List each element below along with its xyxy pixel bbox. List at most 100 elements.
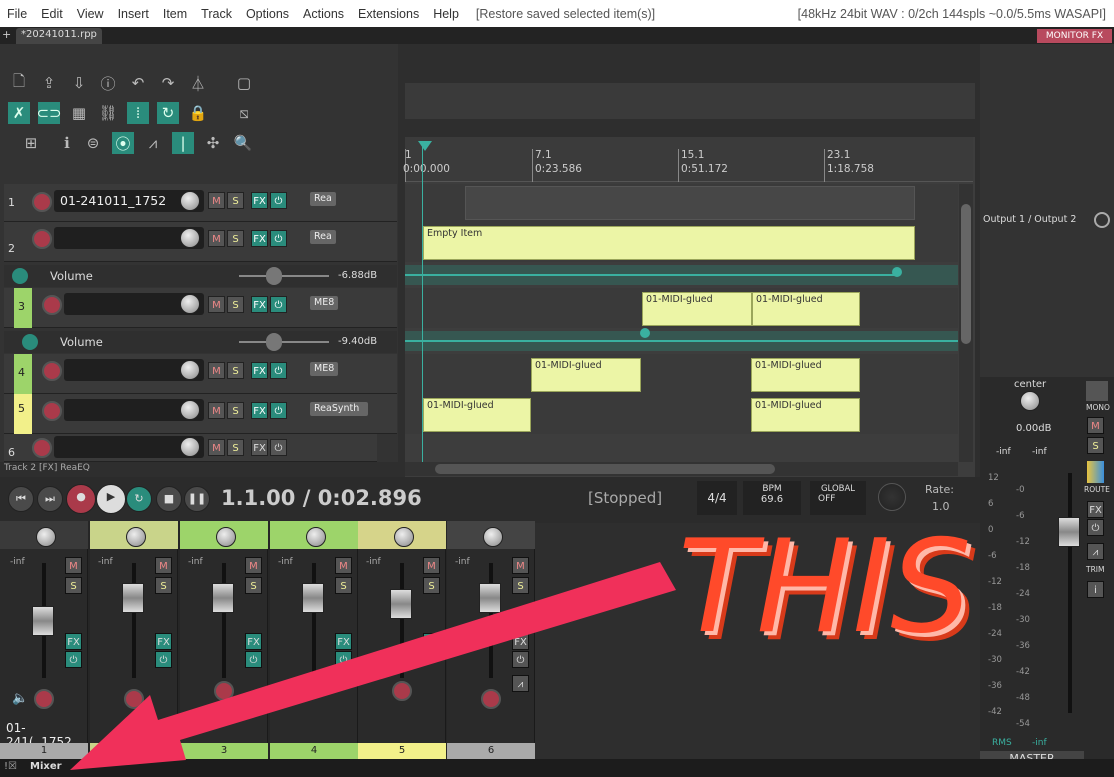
solo-button[interactable]: S (227, 362, 244, 379)
volume-knob[interactable] (180, 191, 200, 211)
mute-button[interactable]: M (208, 402, 225, 419)
mute-button[interactable]: M (512, 557, 529, 574)
cursor-follow-icon[interactable]: | (172, 132, 194, 154)
zoom-icon[interactable]: 🔍 (232, 132, 254, 154)
master-fx-bypass-button[interactable]: ⏻ (1087, 519, 1104, 536)
mute-button[interactable]: M (423, 557, 440, 574)
mixer-strip-2[interactable]: -inf M S FX ⏻ 2 (90, 521, 178, 759)
envelope-slider-thumb[interactable] (266, 267, 282, 285)
dock-close-icon[interactable]: !☒ (4, 761, 17, 772)
solo-button[interactable]: S (155, 577, 172, 594)
mute-button[interactable]: M (208, 362, 225, 379)
master-volume-value[interactable]: 0.00dB (1016, 423, 1051, 434)
envelope-slider[interactable] (239, 341, 329, 343)
fx-bypass-button[interactable]: ⏻ (270, 362, 287, 379)
mixer-strip-3[interactable]: -inf M S FX ⏻ 3 (180, 521, 268, 759)
monitor-fx-button[interactable]: MONITOR FX (1037, 29, 1112, 43)
solo-button[interactable]: S (227, 230, 244, 247)
volume-fader[interactable] (390, 589, 412, 619)
fx-button[interactable]: FX (245, 633, 262, 650)
fx-bypass-button[interactable]: ⏻ (270, 192, 287, 209)
solo-button[interactable]: S (227, 192, 244, 209)
track-1[interactable]: 1 01-241011_1752 M S FX ⏻ Rea (4, 184, 397, 222)
solo-button[interactable]: S (65, 577, 82, 594)
empty-item[interactable]: Empty Item (423, 226, 915, 260)
fx-name[interactable]: Rea (310, 192, 336, 206)
pan-knob[interactable] (306, 527, 326, 547)
output-knob[interactable] (1094, 212, 1110, 228)
midi-item[interactable]: 01-MIDI-glued (751, 358, 860, 392)
menu-item[interactable]: Item (156, 7, 194, 21)
solo-button[interactable]: S (227, 439, 244, 456)
record-arm-button[interactable] (124, 689, 144, 709)
mute-button[interactable]: M (208, 296, 225, 313)
time-display[interactable]: 1.1.00 / 0:02.896 (221, 486, 422, 510)
fx-bypass-button[interactable]: ⏻ (270, 402, 287, 419)
open-project-icon[interactable]: ⇪ (38, 72, 60, 94)
record-arm-button[interactable] (481, 689, 501, 709)
stop-button[interactable]: ■ (156, 486, 182, 512)
fx-button[interactable]: FX (65, 633, 82, 650)
menu-edit[interactable]: Edit (34, 7, 70, 21)
record-arm-button[interactable] (214, 681, 234, 701)
master-volume-fader[interactable] (1058, 517, 1080, 547)
fx-name[interactable]: ReaSynth (310, 402, 368, 416)
volume-knob[interactable] (180, 360, 200, 380)
track-2[interactable]: 2 M S FX ⏻ Rea (4, 222, 397, 262)
mixer-strip-1[interactable]: -inf M S FX ⏻ 🔈 01-241(..1752 1 (0, 521, 88, 759)
solo-button[interactable]: S (335, 577, 352, 594)
record-button[interactable]: ● (66, 484, 96, 514)
snap-grid-icon[interactable]: ▦ (68, 102, 90, 124)
metronome-icon[interactable]: ⏃ (187, 72, 209, 94)
envelope-active-icon[interactable] (12, 268, 28, 284)
lane-track-1[interactable] (405, 184, 958, 222)
volume-fader[interactable] (302, 583, 324, 613)
envelope-icon[interactable]: ⩘ (512, 675, 529, 692)
repeat-button[interactable]: ↻ (126, 486, 152, 512)
menu-track[interactable]: Track (194, 7, 239, 21)
horizontal-scrollbar[interactable] (405, 462, 958, 476)
go-to-end-button[interactable]: ⏭ (37, 486, 63, 512)
menu-view[interactable]: View (70, 7, 111, 21)
mixer-tab[interactable]: Mixer (30, 761, 62, 772)
snap-icon[interactable]: ⦙ (127, 102, 149, 124)
envelope-lane-volume[interactable] (405, 265, 958, 285)
envelope-point[interactable] (640, 328, 650, 338)
envelope-lane-volume-2[interactable] (405, 328, 958, 351)
pan-knob[interactable] (126, 527, 146, 547)
fx-bypass-button[interactable]: ⏻ (270, 439, 287, 456)
mute-button[interactable]: M (335, 557, 352, 574)
fx-name[interactable]: Rea (310, 230, 336, 244)
volume-knob[interactable] (180, 437, 200, 457)
fx-button[interactable]: FX (251, 402, 268, 419)
grid-toggle-icon[interactable]: ▢ (233, 72, 255, 94)
bpm-box[interactable]: BPM 69.6 (743, 481, 801, 515)
fx-button[interactable]: FX (251, 362, 268, 379)
fx-button[interactable]: FX (335, 633, 352, 650)
pan-knob[interactable] (216, 527, 236, 547)
new-tab-button[interactable]: + (2, 28, 16, 43)
lock-icon[interactable]: 🔒 (187, 102, 209, 124)
record-arm-button[interactable] (34, 689, 54, 709)
record-arm-button[interactable] (42, 295, 62, 315)
mute-button[interactable]: M (245, 557, 262, 574)
pan-knob[interactable] (483, 527, 503, 547)
fx-button[interactable]: FX (251, 192, 268, 209)
fx-name[interactable]: ME8 (310, 362, 339, 376)
mute-button[interactable]: M (208, 192, 225, 209)
solo-button[interactable]: S (227, 296, 244, 313)
lane-track-5[interactable]: 01-MIDI-glued 01-MIDI-glued (405, 394, 958, 434)
solo-button[interactable]: S (245, 577, 262, 594)
mixer-strip-5[interactable]: -inf M S FX 5 (358, 521, 446, 759)
fx-button[interactable]: FX (251, 230, 268, 247)
play-button[interactable]: ▶ (96, 484, 126, 514)
master-pan-knob[interactable] (1020, 391, 1040, 411)
auto-crossfade-icon[interactable]: ⦿ (112, 132, 134, 154)
vertical-scrollbar[interactable] (959, 184, 973, 462)
pan-knob[interactable] (394, 527, 414, 547)
record-arm-button[interactable] (32, 438, 52, 458)
record-arm-button[interactable] (32, 229, 52, 249)
record-arm-button[interactable] (42, 401, 62, 421)
volume-fader[interactable] (212, 583, 234, 613)
menu-actions[interactable]: Actions (296, 7, 351, 21)
